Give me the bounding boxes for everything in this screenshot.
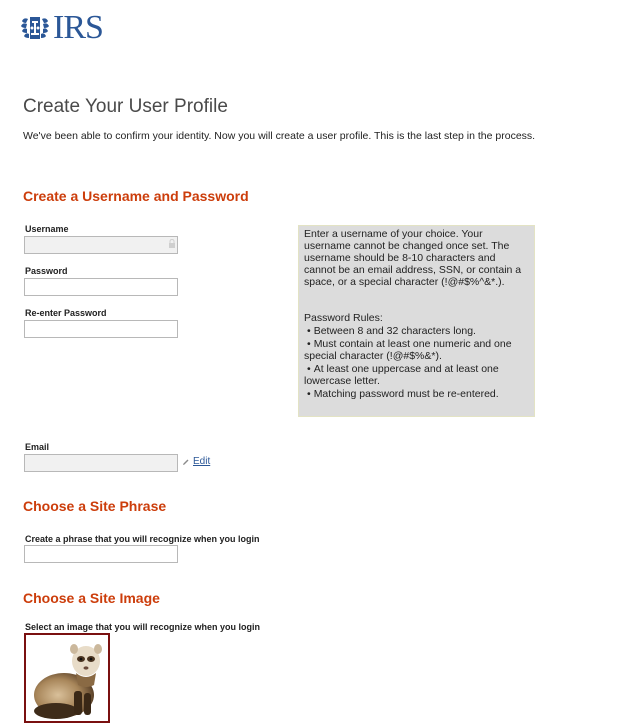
site-image-option-ferret[interactable] — [24, 633, 110, 723]
username-password-heading: Create a Username and Password — [23, 188, 249, 204]
password-rule: • Between 8 and 32 characters long. — [307, 325, 476, 337]
password-input[interactable] — [24, 278, 178, 296]
lock-icon — [169, 239, 175, 248]
username-input[interactable] — [24, 236, 178, 254]
site-phrase-input[interactable] — [24, 545, 178, 563]
reenter-password-label: Re-enter Password — [25, 308, 107, 318]
site-phrase-heading: Choose a Site Phrase — [23, 498, 167, 514]
email-label: Email — [25, 442, 50, 452]
password-rule: • At least one uppercase and at least one… — [304, 363, 499, 387]
username-help-text: Enter a username of your choice. Your us… — [304, 228, 522, 288]
site-image-heading: Choose a Site Image — [23, 590, 160, 606]
help-box: Enter a username of your choice. Your us… — [298, 225, 535, 417]
email-edit-link[interactable]: Edit — [193, 456, 210, 467]
ferret-image — [34, 644, 102, 719]
reenter-password-input[interactable] — [24, 320, 178, 338]
irs-logo[interactable]: IRS — [20, 9, 104, 46]
email-input[interactable] — [24, 454, 178, 472]
site-phrase-label: Create a phrase that you will recognize … — [25, 534, 260, 544]
pencil-icon — [183, 459, 189, 465]
intro-text: We've been able to confirm your identity… — [23, 130, 536, 142]
username-label: Username — [25, 224, 69, 234]
password-label: Password — [25, 266, 68, 276]
site-image-label: Select an image that you will recognize … — [25, 622, 261, 632]
email-edit[interactable]: Edit — [182, 456, 210, 467]
password-rule: • Must contain at least one numeric and o… — [304, 338, 512, 362]
irs-eagle-icon — [21, 17, 49, 39]
irs-logo-text: IRS — [53, 9, 104, 46]
password-rule: • Matching password must be re-entered. — [307, 388, 499, 400]
password-rules-title: Password Rules: — [304, 312, 383, 324]
password-rules-list: • Between 8 and 32 characters long. • Must… — [304, 325, 529, 400]
page-title: Create Your User Profile — [23, 96, 228, 117]
